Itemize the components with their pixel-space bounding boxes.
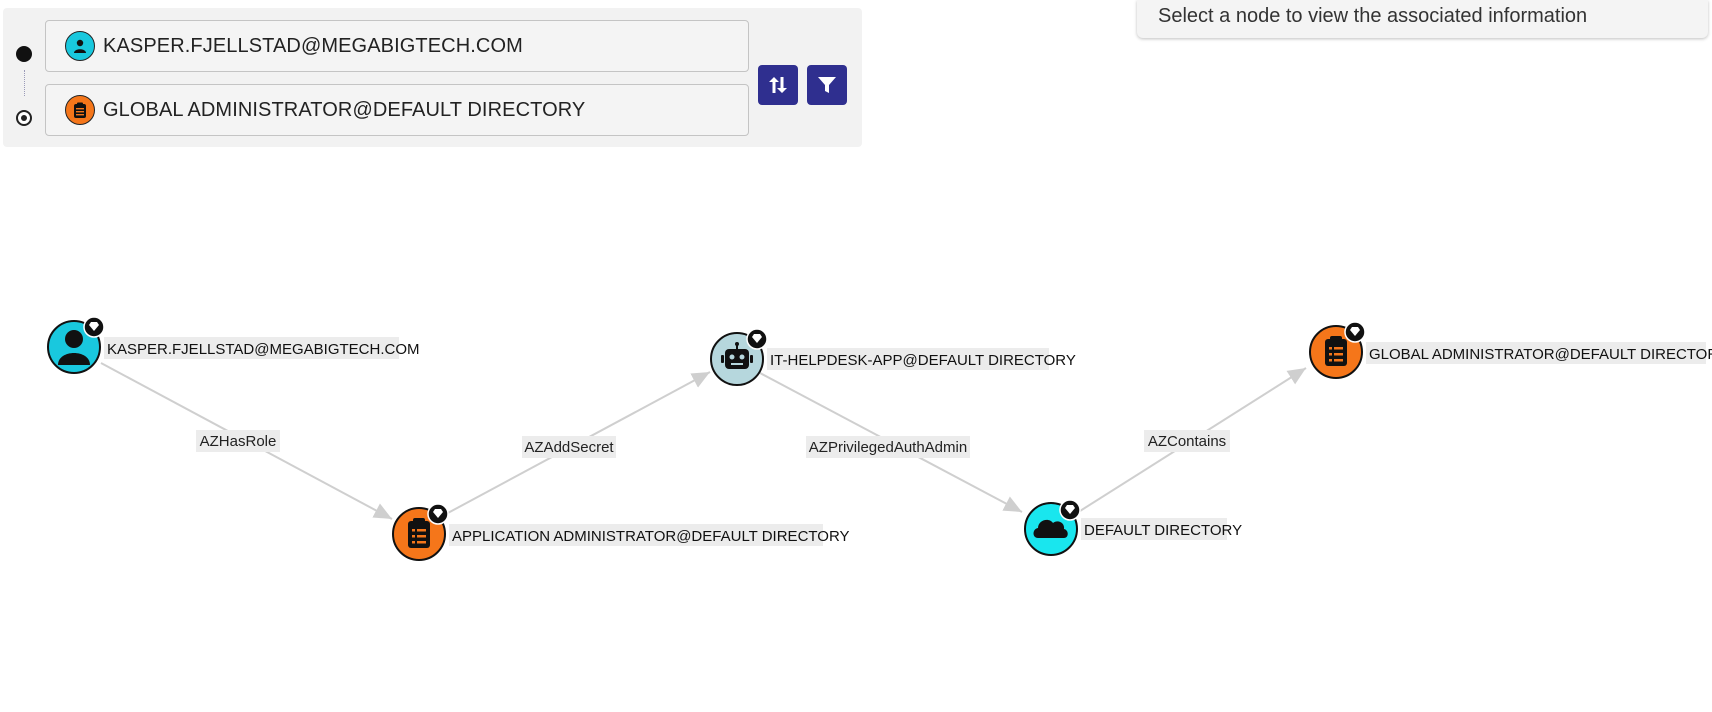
edge-label[interactable]: AZContains	[1144, 430, 1230, 452]
svg-text:AZAddSecret: AZAddSecret	[524, 439, 614, 456]
tier-zero-gem-icon	[427, 503, 449, 525]
graph-node-role[interactable]: APPLICATION ADMINISTRATOR@DEFAULT DIRECT…	[392, 503, 850, 561]
svg-text:AZHasRole: AZHasRole	[200, 433, 277, 450]
edge-label[interactable]: AZAddSecret	[522, 436, 616, 458]
role-clipboard-icon	[1325, 336, 1347, 366]
tier-zero-gem-icon	[746, 328, 768, 350]
graph-node-tenant[interactable]: DEFAULT DIRECTORY	[1024, 499, 1242, 556]
tier-zero-gem-icon	[83, 316, 105, 338]
edge-label[interactable]: AZHasRole	[196, 430, 280, 452]
svg-text:IT-HELPDESK-APP@DEFAULT DIRECT: IT-HELPDESK-APP@DEFAULT DIRECTORY	[770, 352, 1076, 369]
tier-zero-gem-icon	[1059, 499, 1081, 521]
edge-label[interactable]: AZPrivilegedAuthAdmin	[806, 436, 970, 458]
role-clipboard-icon	[408, 518, 430, 548]
svg-text:KASPER.FJELLSTAD@MEGABIGTECH.C: KASPER.FJELLSTAD@MEGABIGTECH.COM	[107, 341, 420, 358]
graph-node-role[interactable]: GLOBAL ADMINISTRATOR@DEFAULT DIRECTORY	[1309, 321, 1712, 379]
svg-text:DEFAULT DIRECTORY: DEFAULT DIRECTORY	[1084, 522, 1242, 539]
graph-edges	[100, 362, 1307, 520]
attack-path-graph: AZHasRole AZAddSecret AZPrivilegedAuthAd…	[47, 316, 1712, 561]
svg-text:GLOBAL ADMINISTRATOR@DEFAULT D: GLOBAL ADMINISTRATOR@DEFAULT DIRECTORY	[1369, 346, 1712, 363]
svg-text:AZPrivilegedAuthAdmin: AZPrivilegedAuthAdmin	[809, 439, 967, 456]
tier-zero-gem-icon	[1344, 321, 1366, 343]
svg-text:APPLICATION ADMINISTRATOR@DEFA: APPLICATION ADMINISTRATOR@DEFAULT DIRECT…	[452, 528, 850, 545]
svg-text:AZContains: AZContains	[1148, 433, 1226, 450]
